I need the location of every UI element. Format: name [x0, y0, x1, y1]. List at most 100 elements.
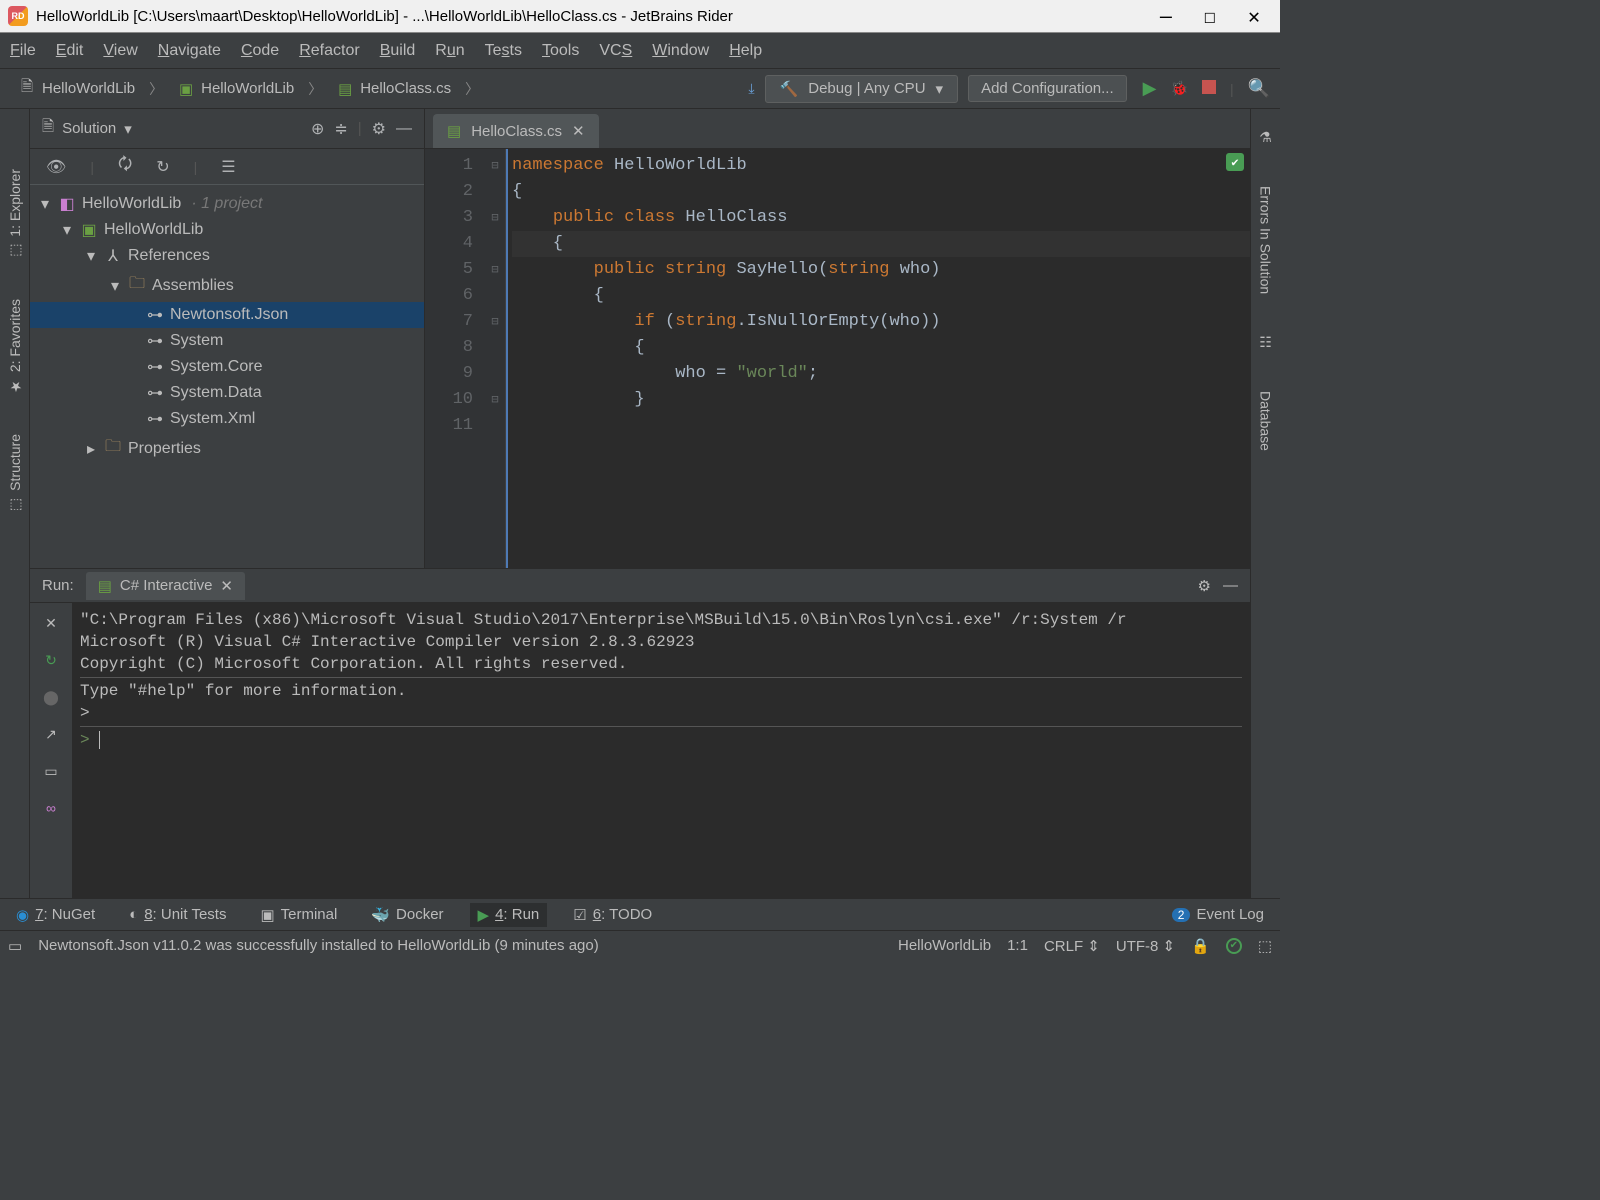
hide-icon[interactable]: — [1223, 577, 1238, 594]
pause-icon[interactable]: ⬤ [43, 689, 59, 706]
maximize-button[interactable]: ☐ [1204, 4, 1216, 28]
expand-icon[interactable]: ▾ [108, 276, 122, 296]
expand-icon[interactable]: ▾ [38, 194, 52, 214]
status-context[interactable]: HelloWorldLib [898, 937, 991, 954]
csharp-project-icon: ▣ [80, 220, 98, 240]
tool-docker[interactable]: 🐳Docker [363, 903, 451, 927]
export-icon[interactable]: ↗ [45, 726, 57, 743]
tree-solution-node[interactable]: ▾ ◧ HelloWorldLib · 1 project [30, 191, 424, 217]
hide-icon[interactable]: — [396, 120, 412, 138]
locate-icon[interactable]: ⊕ [311, 119, 324, 139]
breadcrumb-project[interactable]: ▣ HelloWorldLib [169, 76, 302, 102]
menu-navigate[interactable]: Navigate [158, 42, 221, 60]
main-menu: File Edit View Navigate Code Refactor Bu… [0, 33, 1280, 69]
menu-edit[interactable]: Edit [56, 42, 84, 60]
chevron-down-icon: ▾ [124, 120, 132, 138]
close-button[interactable]: ✕ [1248, 4, 1260, 28]
event-log[interactable]: 2Event Log [1164, 903, 1272, 926]
tool-run[interactable]: ▶4: Run [470, 903, 548, 927]
inspection-status-icon[interactable]: ✔ [1226, 938, 1242, 954]
link-icon[interactable]: ∞ [46, 800, 56, 816]
add-configuration-button[interactable]: Add Configuration... [968, 75, 1127, 102]
tree-assembly-item[interactable]: ⊶ Newtonsoft.Json [30, 302, 424, 328]
collapse-icon[interactable]: ≑ [334, 119, 347, 139]
minimize-button[interactable]: — [1160, 4, 1172, 28]
menu-build[interactable]: Build [380, 42, 416, 60]
close-tab-icon[interactable]: ✕ [220, 577, 233, 595]
menu-help[interactable]: Help [729, 42, 762, 60]
terminal-output[interactable]: "C:\Program Files (x86)\Microsoft Visual… [72, 603, 1250, 898]
layout-icon[interactable]: ▭ [44, 763, 57, 780]
search-icon[interactable]: 🔍 [1248, 78, 1270, 99]
tool-terminal[interactable]: ▣Terminal [252, 903, 345, 927]
tool-nuget[interactable]: ◉7: NuGet [8, 903, 103, 927]
status-caret-position[interactable]: 1:1 [1007, 937, 1028, 954]
memory-indicator-icon[interactable]: ⬚ [1258, 937, 1272, 955]
lock-icon[interactable]: 🔒 [1191, 937, 1210, 955]
fold-gutter[interactable]: ⊟ ⊟ ⊟ ⊟ ⊟ [485, 149, 505, 568]
csharp-file-icon: ▤ [447, 122, 461, 140]
editor-tab[interactable]: ▤ HelloClass.cs ✕ [433, 114, 599, 148]
database-icon[interactable]: ☷ [1259, 334, 1272, 351]
menu-vcs[interactable]: VCS [599, 42, 632, 60]
tool-unit-tests[interactable]: ◐8: Unit Tests [121, 903, 234, 926]
window-titlebar: RD HelloWorldLib [C:\Users\maart\Desktop… [0, 0, 1280, 33]
gear-icon[interactable]: ⚙ [1198, 577, 1211, 595]
tree-assembly-item[interactable]: ⊶ System.Xml [30, 406, 424, 432]
refresh-icon[interactable]: ↻ [156, 157, 169, 177]
expand-icon[interactable]: ▾ [60, 220, 74, 240]
gear-icon[interactable]: ⚙ [372, 119, 386, 139]
menu-tools[interactable]: Tools [542, 42, 579, 60]
tool-todo[interactable]: ☑6: TODO [565, 903, 660, 927]
rerun-icon[interactable]: ↻ [45, 652, 57, 669]
tree-project-node[interactable]: ▾ ▣ HelloWorldLib [30, 217, 424, 243]
menu-window[interactable]: Window [652, 42, 709, 60]
tree-assembly-item[interactable]: ⊶ System.Data [30, 380, 424, 406]
menu-file[interactable]: File [10, 42, 36, 60]
code-area[interactable]: namespace HelloWorldLib{ public class He… [505, 149, 1250, 568]
tree-assembly-item[interactable]: ⊶ System.Core [30, 354, 424, 380]
tree-references-node[interactable]: ▾ ⅄ References [30, 243, 424, 269]
solution-explorer: 🗎 Solution ▾ ⊕ ≑ | ⚙ — 👁 | 🗘 ↻ | [30, 109, 425, 568]
expand-icon[interactable]: ▾ [84, 246, 98, 266]
stop-icon[interactable] [1202, 80, 1216, 97]
status-line-separator[interactable]: CRLF ⇕ [1044, 937, 1100, 955]
run-icon[interactable]: ▶ [1143, 78, 1157, 99]
menu-tests[interactable]: Tests [485, 42, 522, 60]
status-icon[interactable]: ▭ [8, 937, 22, 955]
tree-properties-node[interactable]: ▸ 🗀 Properties [30, 432, 424, 465]
eye-icon[interactable]: 👁 [46, 157, 66, 177]
flask-icon[interactable]: ⚗ [1259, 129, 1272, 146]
menu-run[interactable]: Run [435, 42, 464, 60]
sync-icon[interactable]: 🗘 [118, 153, 132, 180]
close-tab-icon[interactable]: ✕ [572, 122, 585, 140]
solution-tree[interactable]: ▾ ◧ HelloWorldLib · 1 project ▾ ▣ HelloW… [30, 185, 424, 568]
expand-icon[interactable]: ▸ [84, 439, 98, 459]
tool-favorites-tab[interactable]: ★2: Favorites [7, 299, 23, 394]
tree-assembly-item[interactable]: ⊶ System [30, 328, 424, 354]
flatten-icon[interactable]: ☰ [221, 157, 235, 177]
solution-icon: 🗎 [18, 76, 36, 101]
menu-code[interactable]: Code [241, 42, 279, 60]
menu-view[interactable]: View [103, 42, 137, 60]
tree-assemblies-node[interactable]: ▾ 🗀 Assemblies [30, 269, 424, 302]
tool-structure-tab[interactable]: ⬚Structure [7, 434, 23, 513]
run-tab[interactable]: ▤ C# Interactive ✕ [86, 572, 245, 600]
tool-explorer-tab[interactable]: ⬚1: Explorer [7, 169, 23, 259]
configuration-selector[interactable]: 🔨 Debug | Any CPU ▾ [765, 75, 959, 103]
menu-refactor[interactable]: Refactor [299, 42, 359, 60]
build-icon[interactable]: ⤓ [748, 80, 754, 97]
inspection-ok-icon[interactable]: ✔ [1226, 153, 1244, 171]
run-toolbar: ✕ ↻ ⬤ ↗ ▭ ∞ [30, 603, 72, 898]
breadcrumb-file[interactable]: ▤ HelloClass.cs [328, 76, 459, 102]
tool-database-tab[interactable]: Database [1258, 391, 1274, 451]
solution-icon: ◧ [58, 194, 76, 214]
explorer-title[interactable]: 🗎 Solution ▾ [42, 116, 132, 141]
breadcrumb-solution[interactable]: 🗎 HelloWorldLib [10, 72, 143, 105]
run-tool-window: Run: ▤ C# Interactive ✕ ⚙ — ✕ ↻ ⬤ ↗ ▭ ∞ [30, 568, 1250, 898]
tool-errors-tab[interactable]: Errors In Solution [1258, 186, 1274, 294]
close-icon[interactable]: ✕ [45, 615, 57, 632]
right-tool-strip: ⚗ Errors In Solution ☷ Database [1250, 109, 1280, 898]
status-encoding[interactable]: UTF-8 ⇕ [1116, 937, 1175, 955]
debug-icon[interactable]: 🐞 [1171, 80, 1188, 97]
